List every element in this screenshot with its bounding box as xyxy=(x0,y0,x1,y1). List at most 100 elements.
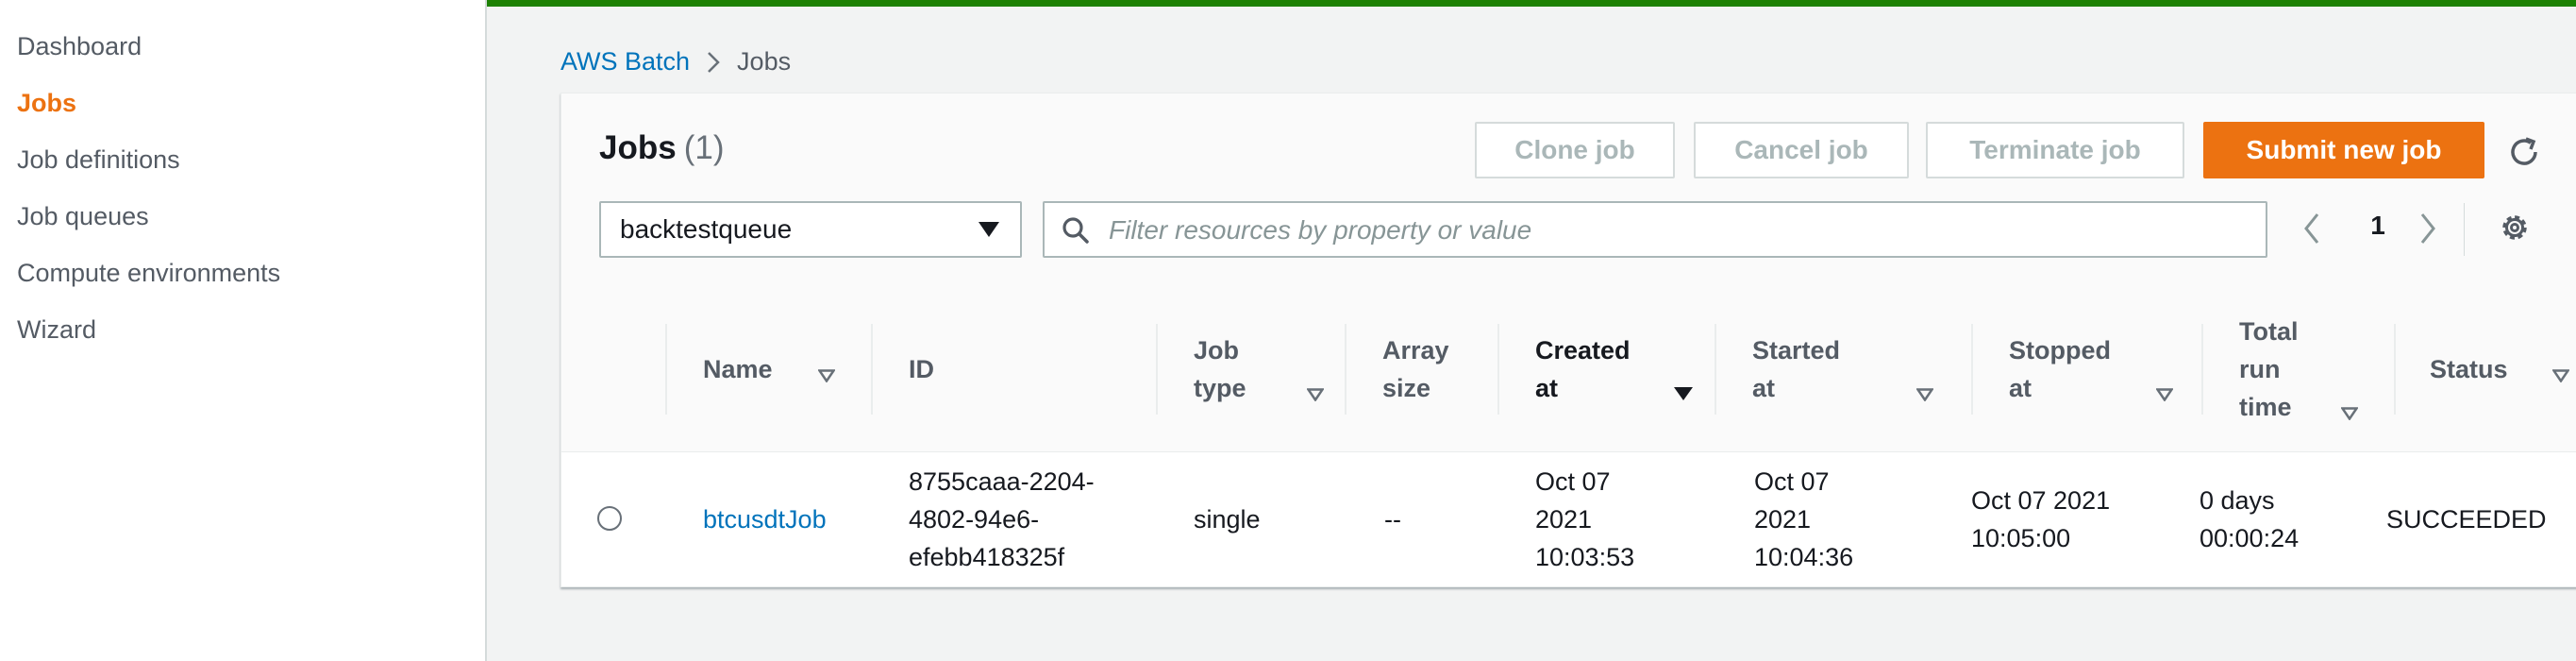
column-label-id: ID xyxy=(909,354,934,383)
created-at-line-3: 10:03:53 xyxy=(1535,543,1635,571)
page-number[interactable]: 1 xyxy=(2364,211,2392,241)
column-label-created-at-line-1: Created xyxy=(1535,335,1631,364)
sort-triangle-icon xyxy=(2551,360,2570,389)
column-label-job-type-line-2: type xyxy=(1194,373,1246,402)
column-label-started-at-line-2: at xyxy=(1752,373,1776,402)
jobs-panel: Jobs (1) Clone job Cancel job Terminate j… xyxy=(560,93,2576,587)
pager-divider xyxy=(2464,203,2465,256)
table-header-status[interactable]: Status xyxy=(2394,286,2576,452)
table-header-stopped-at[interactable]: Stopped at xyxy=(1971,286,2201,452)
status-bar xyxy=(487,0,2576,7)
column-label-array-size: Array size xyxy=(1382,331,1449,407)
table-header-id[interactable]: ID xyxy=(871,286,1156,452)
table-header-started-at[interactable]: Started at xyxy=(1715,286,1971,452)
created-at: Oct 07 2021 10:03:53 xyxy=(1535,463,1634,576)
submit-new-job-button[interactable]: Submit new job xyxy=(2203,122,2484,178)
search-icon xyxy=(1062,216,1090,249)
column-label-total-run-time: Total run time xyxy=(2239,313,2299,426)
array-size-cell: -- xyxy=(1384,454,1401,585)
table-header-created-at[interactable]: Created at xyxy=(1497,286,1715,452)
sort-triangle-icon xyxy=(1915,379,1934,408)
stopped-at: Oct 07 2021 10:05:00 xyxy=(1971,482,2110,557)
filter-field[interactable] xyxy=(1043,201,2267,258)
sidebar-item-wizard[interactable]: Wizard xyxy=(17,315,96,345)
column-label-stopped-at-line-2: at xyxy=(2009,373,2032,402)
job-queue-select-value: backtestqueue xyxy=(620,214,793,244)
total-run-time-line-2: 00:00:24 xyxy=(2200,524,2300,552)
breadcrumb: AWS Batch Jobs xyxy=(560,47,791,76)
started-at-line-2: 2021 xyxy=(1754,505,1812,534)
column-label-started-at-line-1: Started xyxy=(1752,335,1841,364)
column-label-job-type-line-1: Job xyxy=(1194,335,1240,364)
job-type: single xyxy=(1194,505,1261,534)
started-at-line-1: Oct 07 xyxy=(1754,467,1830,496)
breadcrumb-current: Jobs xyxy=(737,47,792,76)
jobs-title-text: Jobs xyxy=(599,129,677,166)
created-at-line-2: 2021 xyxy=(1535,505,1593,534)
sidebar: Dashboard Jobs Job definitions Job queue… xyxy=(0,0,487,661)
filter-input[interactable] xyxy=(1107,212,2243,248)
job-name-link[interactable]: btcusdtJob xyxy=(703,454,827,585)
array-size: -- xyxy=(1384,505,1401,534)
started-at-line-3: 10:04:36 xyxy=(1754,543,1854,571)
row-select-radio[interactable] xyxy=(597,506,622,531)
total-run-time-line-1: 0 days xyxy=(2200,486,2275,515)
started-at: Oct 07 2021 10:04:36 xyxy=(1754,463,1853,576)
sidebar-item-jobs[interactable]: Jobs xyxy=(17,89,76,118)
chevron-left-icon[interactable] xyxy=(2302,212,2321,250)
job-name-link-text[interactable]: btcusdtJob xyxy=(703,500,827,538)
gear-icon[interactable] xyxy=(2498,211,2532,249)
clone-job-button[interactable]: Clone job xyxy=(1475,122,1675,178)
sidebar-item-job-queues[interactable]: Job queues xyxy=(17,202,149,231)
column-label-total-run-time-line-1: Total xyxy=(2239,316,2299,346)
sidebar-item-dashboard[interactable]: Dashboard xyxy=(17,32,142,61)
chevron-right-icon[interactable] xyxy=(2418,212,2437,250)
column-label-name: Name xyxy=(703,354,773,383)
stopped-at-cell: Oct 07 2021 10:05:00 xyxy=(1971,454,2110,585)
terminate-job-button[interactable]: Terminate job xyxy=(1926,122,2184,178)
table-header-job-type[interactable]: Job type xyxy=(1156,286,1345,452)
refresh-icon[interactable] xyxy=(2505,133,2543,171)
column-label-job-type: Job type xyxy=(1194,331,1246,407)
chevron-right-icon xyxy=(707,51,720,74)
sort-descending-icon xyxy=(1673,379,1694,408)
sidebar-item-job-definitions[interactable]: Job definitions xyxy=(17,145,180,175)
column-label-total-run-time-line-2: run xyxy=(2239,354,2281,383)
jobs-count: (1) xyxy=(683,129,725,166)
sort-triangle-icon xyxy=(2155,379,2174,408)
column-label-status: Status xyxy=(2430,354,2508,383)
cancel-job-button[interactable]: Cancel job xyxy=(1694,122,1909,178)
status-cell: SUCCEEDED xyxy=(2386,454,2547,585)
job-type-cell: single xyxy=(1194,454,1261,585)
column-label-started-at: Started at xyxy=(1752,331,1840,407)
stopped-at-line-1: Oct 07 2021 xyxy=(1971,486,2111,515)
column-label-stopped-at-line-1: Stopped xyxy=(2009,335,2111,364)
table-header-select xyxy=(561,286,665,452)
total-run-time: 0 days 00:00:24 xyxy=(2200,482,2299,557)
sort-triangle-icon xyxy=(1306,379,1325,408)
created-at-line-1: Oct 07 xyxy=(1535,467,1611,496)
table-header-array-size[interactable]: Array size xyxy=(1345,286,1497,452)
sort-triangle-icon xyxy=(2340,398,2359,427)
job-id-line-1: 8755caaa-2204- xyxy=(909,467,1095,496)
breadcrumb-aws-batch-link[interactable]: AWS Batch xyxy=(560,47,690,76)
job-queue-select[interactable]: backtestqueue xyxy=(599,201,1022,258)
job-id: 8755caaa-2204- 4802-94e6- efebb418325f xyxy=(909,463,1095,576)
column-label-total-run-time-line-3: time xyxy=(2239,392,2292,421)
sort-triangle-icon xyxy=(817,360,836,389)
column-label-array-size-line-2: size xyxy=(1382,373,1431,402)
caret-down-icon xyxy=(979,222,999,237)
column-label-stopped-at: Stopped at xyxy=(2009,331,2111,407)
sidebar-item-compute-environments[interactable]: Compute environments xyxy=(17,259,280,288)
table-header-total-run-time[interactable]: Total run time xyxy=(2201,286,2394,452)
stopped-at-line-2: 10:05:00 xyxy=(1971,524,2071,552)
job-id-cell: 8755caaa-2204- 4802-94e6- efebb418325f xyxy=(909,454,1095,585)
column-label-created-at: Created at xyxy=(1535,331,1631,407)
total-run-time-cell: 0 days 00:00:24 xyxy=(2200,454,2299,585)
started-at-cell: Oct 07 2021 10:04:36 xyxy=(1754,454,1853,585)
status-badge: SUCCEEDED xyxy=(2386,505,2547,534)
column-label-array-size-line-1: Array xyxy=(1382,335,1449,364)
created-at-cell: Oct 07 2021 10:03:53 xyxy=(1535,454,1634,585)
column-label-created-at-line-2: at xyxy=(1535,373,1559,402)
table-header-name[interactable]: Name xyxy=(665,286,871,452)
